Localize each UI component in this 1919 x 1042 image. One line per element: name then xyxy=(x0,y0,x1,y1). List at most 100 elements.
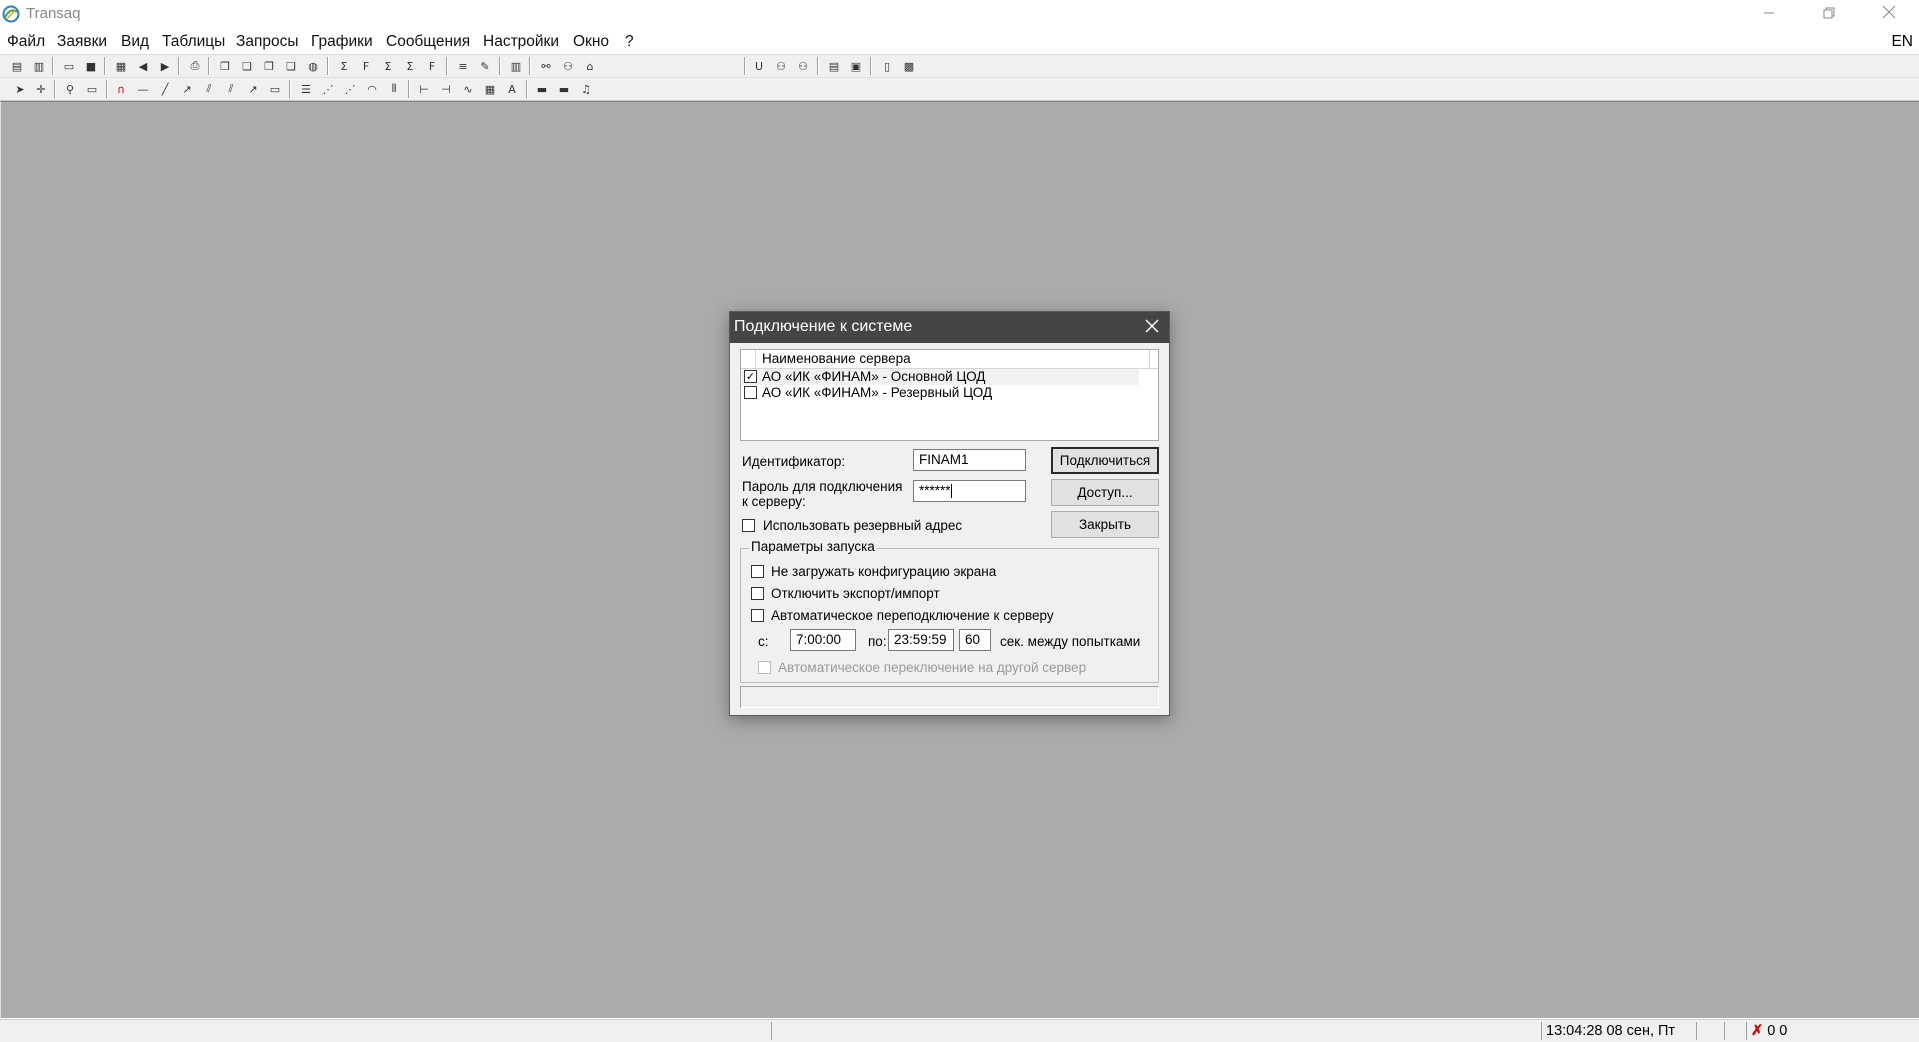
cancel-order-icon[interactable]: ▥ xyxy=(31,58,47,74)
grid-icon[interactable]: ▦ xyxy=(482,81,498,97)
close-window-button[interactable] xyxy=(1866,0,1912,28)
identifier-input[interactable]: FINAM1 xyxy=(913,449,1026,471)
language-indicator[interactable]: EN xyxy=(1891,33,1913,51)
server-primary-checkbox[interactable]: ✓ xyxy=(744,370,757,383)
close-button[interactable]: Закрыть xyxy=(1051,511,1159,538)
horizontal-line-icon[interactable]: — xyxy=(135,81,151,97)
menu-help[interactable]: ? xyxy=(625,33,634,51)
restore-button[interactable] xyxy=(1806,0,1852,28)
document-icon[interactable]: ▯ xyxy=(879,58,895,74)
dialog-close-button[interactable] xyxy=(1141,316,1163,338)
sum-l-icon[interactable]: Σ xyxy=(402,58,418,74)
close-icon xyxy=(1882,5,1896,23)
fibonacci-arcs-icon[interactable]: ◠ xyxy=(364,81,380,97)
crosshair-icon[interactable]: ✛ xyxy=(33,81,49,97)
sum-p-icon[interactable]: Σ xyxy=(380,58,396,74)
save-icon[interactable]: ■ xyxy=(83,58,99,74)
minimize-button[interactable] xyxy=(1746,0,1792,28)
status-empty-2 xyxy=(1724,1022,1746,1040)
from-label: с: xyxy=(758,634,769,649)
menu-window[interactable]: Окно xyxy=(573,33,609,51)
binoculars-icon[interactable]: ⚯ xyxy=(538,58,554,74)
main-toolbar: ▤ ▥ ▭ ■ ▦ ◀ ▶ ⎙ ❐ ❏ ❐ ❏ ◍ Σ F Σ Σ F ≡ ✎ … xyxy=(0,55,1919,131)
channel-icon[interactable]: ⫽ xyxy=(201,81,217,97)
quotes-icon[interactable]: ▥ xyxy=(508,58,524,74)
avg-icon[interactable]: ∿ xyxy=(460,81,476,97)
menu-tables[interactable]: Таблицы xyxy=(162,33,225,51)
volume-icon[interactable]: ▬ xyxy=(534,81,550,97)
ray-icon[interactable]: ↗ xyxy=(179,81,195,97)
alert-bell-icon[interactable]: ♫ xyxy=(578,81,594,97)
time-zones-icon[interactable]: ⦀ xyxy=(386,81,402,97)
print-icon[interactable]: ⎙ xyxy=(187,58,203,74)
zoom-icon[interactable]: ⚲ xyxy=(62,81,78,97)
globe-icon[interactable]: ◍ xyxy=(305,58,321,74)
pointer-icon[interactable]: ➤ xyxy=(12,81,28,97)
pos-icon[interactable]: ▬ xyxy=(556,81,572,97)
parallel-lines-icon[interactable]: ⫽ xyxy=(223,81,239,97)
user-add-icon[interactable]: ⚇ xyxy=(795,58,811,74)
window-list-icon[interactable]: ❏ xyxy=(239,58,255,74)
server-row-primary[interactable]: ✓ АО «ИК «ФИНАМ» - Основной ЦОД xyxy=(741,369,1139,385)
access-button[interactable]: Доступ... xyxy=(1051,479,1159,506)
connection-status[interactable]: ✗ 0 0 xyxy=(1746,1022,1806,1040)
menu-file[interactable]: Файл xyxy=(7,33,45,51)
use-backup-address-checkbox[interactable] xyxy=(742,519,755,532)
ruler-icon[interactable]: ▭ xyxy=(84,81,100,97)
menu-charts[interactable]: Графики xyxy=(311,33,373,51)
menu-settings[interactable]: Настройки xyxy=(483,33,559,51)
briefcase-icon[interactable]: ▩ xyxy=(901,58,917,74)
arrow-icon[interactable]: ↗ xyxy=(245,81,261,97)
gann-fan-icon[interactable]: ⋰ xyxy=(342,81,358,97)
password-input[interactable]: ****** xyxy=(913,480,1026,502)
trend-line-icon[interactable]: ╱ xyxy=(157,81,173,97)
menu-orders[interactable]: Заявки xyxy=(57,33,107,51)
to-time-input[interactable]: 23:59:59 xyxy=(888,629,954,651)
idx-icon[interactable]: ≡ xyxy=(455,58,471,74)
order-book-icon[interactable]: ▤ xyxy=(826,58,842,74)
interval-input[interactable]: 60 xyxy=(959,629,991,651)
edit-pencil-icon[interactable]: ✎ xyxy=(477,58,493,74)
to-label: по: xyxy=(868,634,887,649)
server-backup-checkbox[interactable] xyxy=(744,386,757,399)
news-icon[interactable]: ▣ xyxy=(848,58,864,74)
u-icon[interactable]: U xyxy=(751,58,767,74)
no-screen-config-checkbox[interactable] xyxy=(751,565,764,578)
window-cascade-icon[interactable]: ❏ xyxy=(283,58,299,74)
user-list-icon[interactable]: ⚇ xyxy=(773,58,789,74)
fl-icon[interactable]: F xyxy=(424,58,440,74)
menu-messages[interactable]: Сообщения xyxy=(386,33,470,51)
text-tool-icon[interactable]: A xyxy=(504,81,520,97)
server-row-backup[interactable]: АО «ИК «ФИНАМ» - Резервный ЦОД xyxy=(741,385,1139,401)
bank-icon[interactable]: ⌂ xyxy=(582,58,598,74)
window-group-icon[interactable]: ❐ xyxy=(261,58,277,74)
menu-view[interactable]: Вид xyxy=(121,33,149,51)
magnet-icon[interactable]: ∩ xyxy=(113,81,129,97)
forward-arrow-icon[interactable]: ▶ xyxy=(157,58,173,74)
auto-switch-server-checkbox[interactable] xyxy=(758,661,771,674)
new-order-icon[interactable]: ▤ xyxy=(9,58,25,74)
identifier-label: Идентификатор: xyxy=(742,454,846,469)
back-arrow-icon[interactable]: ◀ xyxy=(135,58,151,74)
server-name-column-header[interactable]: Наименование сервера xyxy=(756,350,1150,368)
disable-export-import-checkbox[interactable] xyxy=(751,587,764,600)
copy-window-icon[interactable]: ❐ xyxy=(217,58,233,74)
users-icon[interactable]: ⚇ xyxy=(560,58,576,74)
align-right-icon[interactable]: ⊣ xyxy=(438,81,454,97)
rectangle-icon[interactable]: ▭ xyxy=(267,81,283,97)
fibonacci-levels-icon[interactable]: ☰ xyxy=(298,81,314,97)
from-time-input[interactable]: 7:00:00 xyxy=(790,629,856,651)
menu-requests[interactable]: Запросы xyxy=(236,33,299,51)
align-left-icon[interactable]: ⊢ xyxy=(416,81,432,97)
fs-icon[interactable]: F xyxy=(358,58,374,74)
text-cursor xyxy=(950,484,952,499)
fibonacci-fan-icon[interactable]: ⋰ xyxy=(320,81,336,97)
connect-button[interactable]: Подключиться xyxy=(1051,447,1159,474)
sum-icon[interactable]: Σ xyxy=(336,58,352,74)
table-icon[interactable]: ▦ xyxy=(113,58,129,74)
open-folder-icon[interactable]: ▭ xyxy=(61,58,77,74)
auto-reconnect-checkbox[interactable] xyxy=(751,609,764,622)
auto-reconnect-label: Автоматическое переподключение к серверу xyxy=(771,608,1054,623)
server-list[interactable]: Наименование сервера ✓ АО «ИК «ФИНАМ» - … xyxy=(740,349,1159,441)
close-icon xyxy=(1145,317,1159,338)
